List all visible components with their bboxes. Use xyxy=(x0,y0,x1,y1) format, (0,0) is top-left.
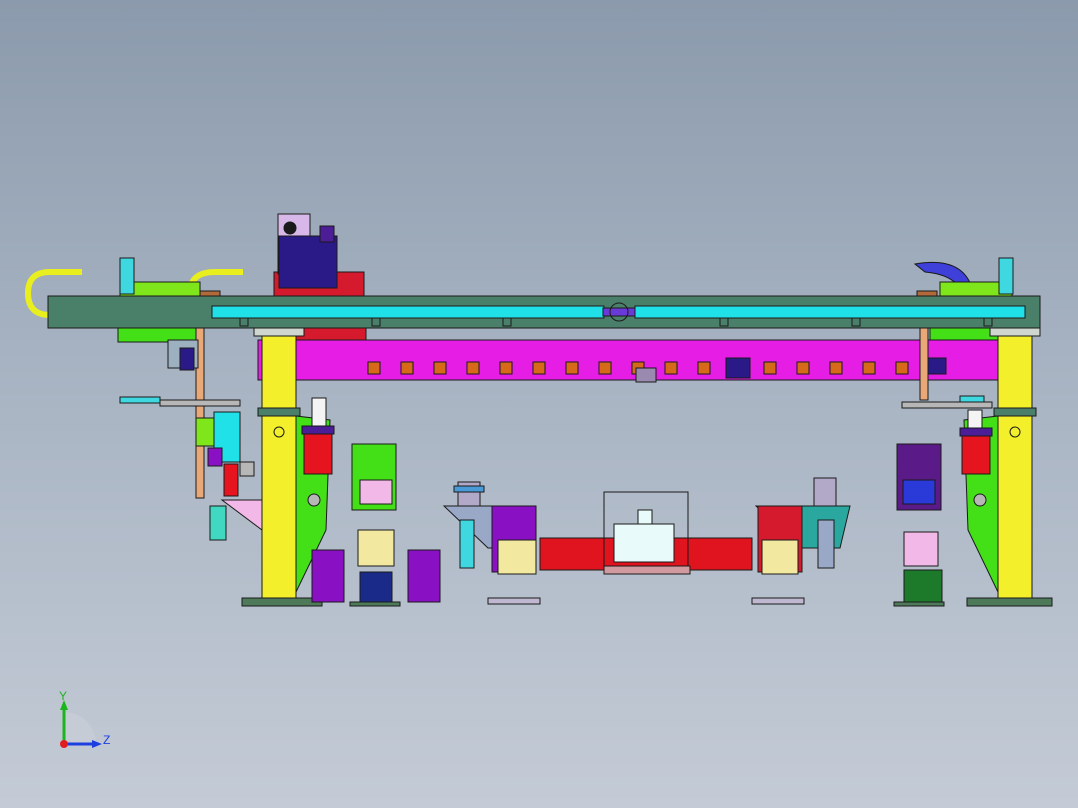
crossbar-orange-block xyxy=(598,361,612,375)
crossbar-orange-block xyxy=(499,361,513,375)
top-drive-unit xyxy=(273,213,365,297)
crossbar-orange-block xyxy=(367,361,381,375)
center-fixture xyxy=(539,491,753,575)
z-axis-label: Z xyxy=(103,733,110,747)
right-fixture-tower xyxy=(751,477,851,605)
right-clamp-station xyxy=(893,443,945,607)
crossbar-orange-block xyxy=(664,361,678,375)
gantry-welding-machine-drawing: Y Z xyxy=(24,213,1053,748)
cad-viewport[interactable]: Y Z xyxy=(0,0,1078,808)
crossbar-orange-block xyxy=(763,361,777,375)
left-cylinder xyxy=(301,397,335,475)
coordinate-triad[interactable]: Y Z xyxy=(59,689,110,748)
rail-right xyxy=(634,305,1026,319)
crossbar-orange-block xyxy=(862,361,876,375)
crossbar-orange-block xyxy=(796,361,810,375)
crossbar-orange-block xyxy=(697,361,711,375)
crossbar-orange-block xyxy=(565,361,579,375)
crossbar-orange-block xyxy=(532,361,546,375)
crossbar-orange-block xyxy=(466,361,480,375)
crossbar-orange-block xyxy=(400,361,414,375)
rail-left xyxy=(211,305,605,319)
crossbar-orange-block xyxy=(829,361,843,375)
left-fixture-tower xyxy=(442,481,541,605)
crossbar-orange-block xyxy=(895,361,909,375)
rail-joint xyxy=(602,307,636,317)
left-welding-head xyxy=(119,327,263,541)
top-left-bracket xyxy=(119,257,201,297)
y-axis-label: Y xyxy=(59,689,67,703)
crossbar-orange-block xyxy=(433,361,447,375)
